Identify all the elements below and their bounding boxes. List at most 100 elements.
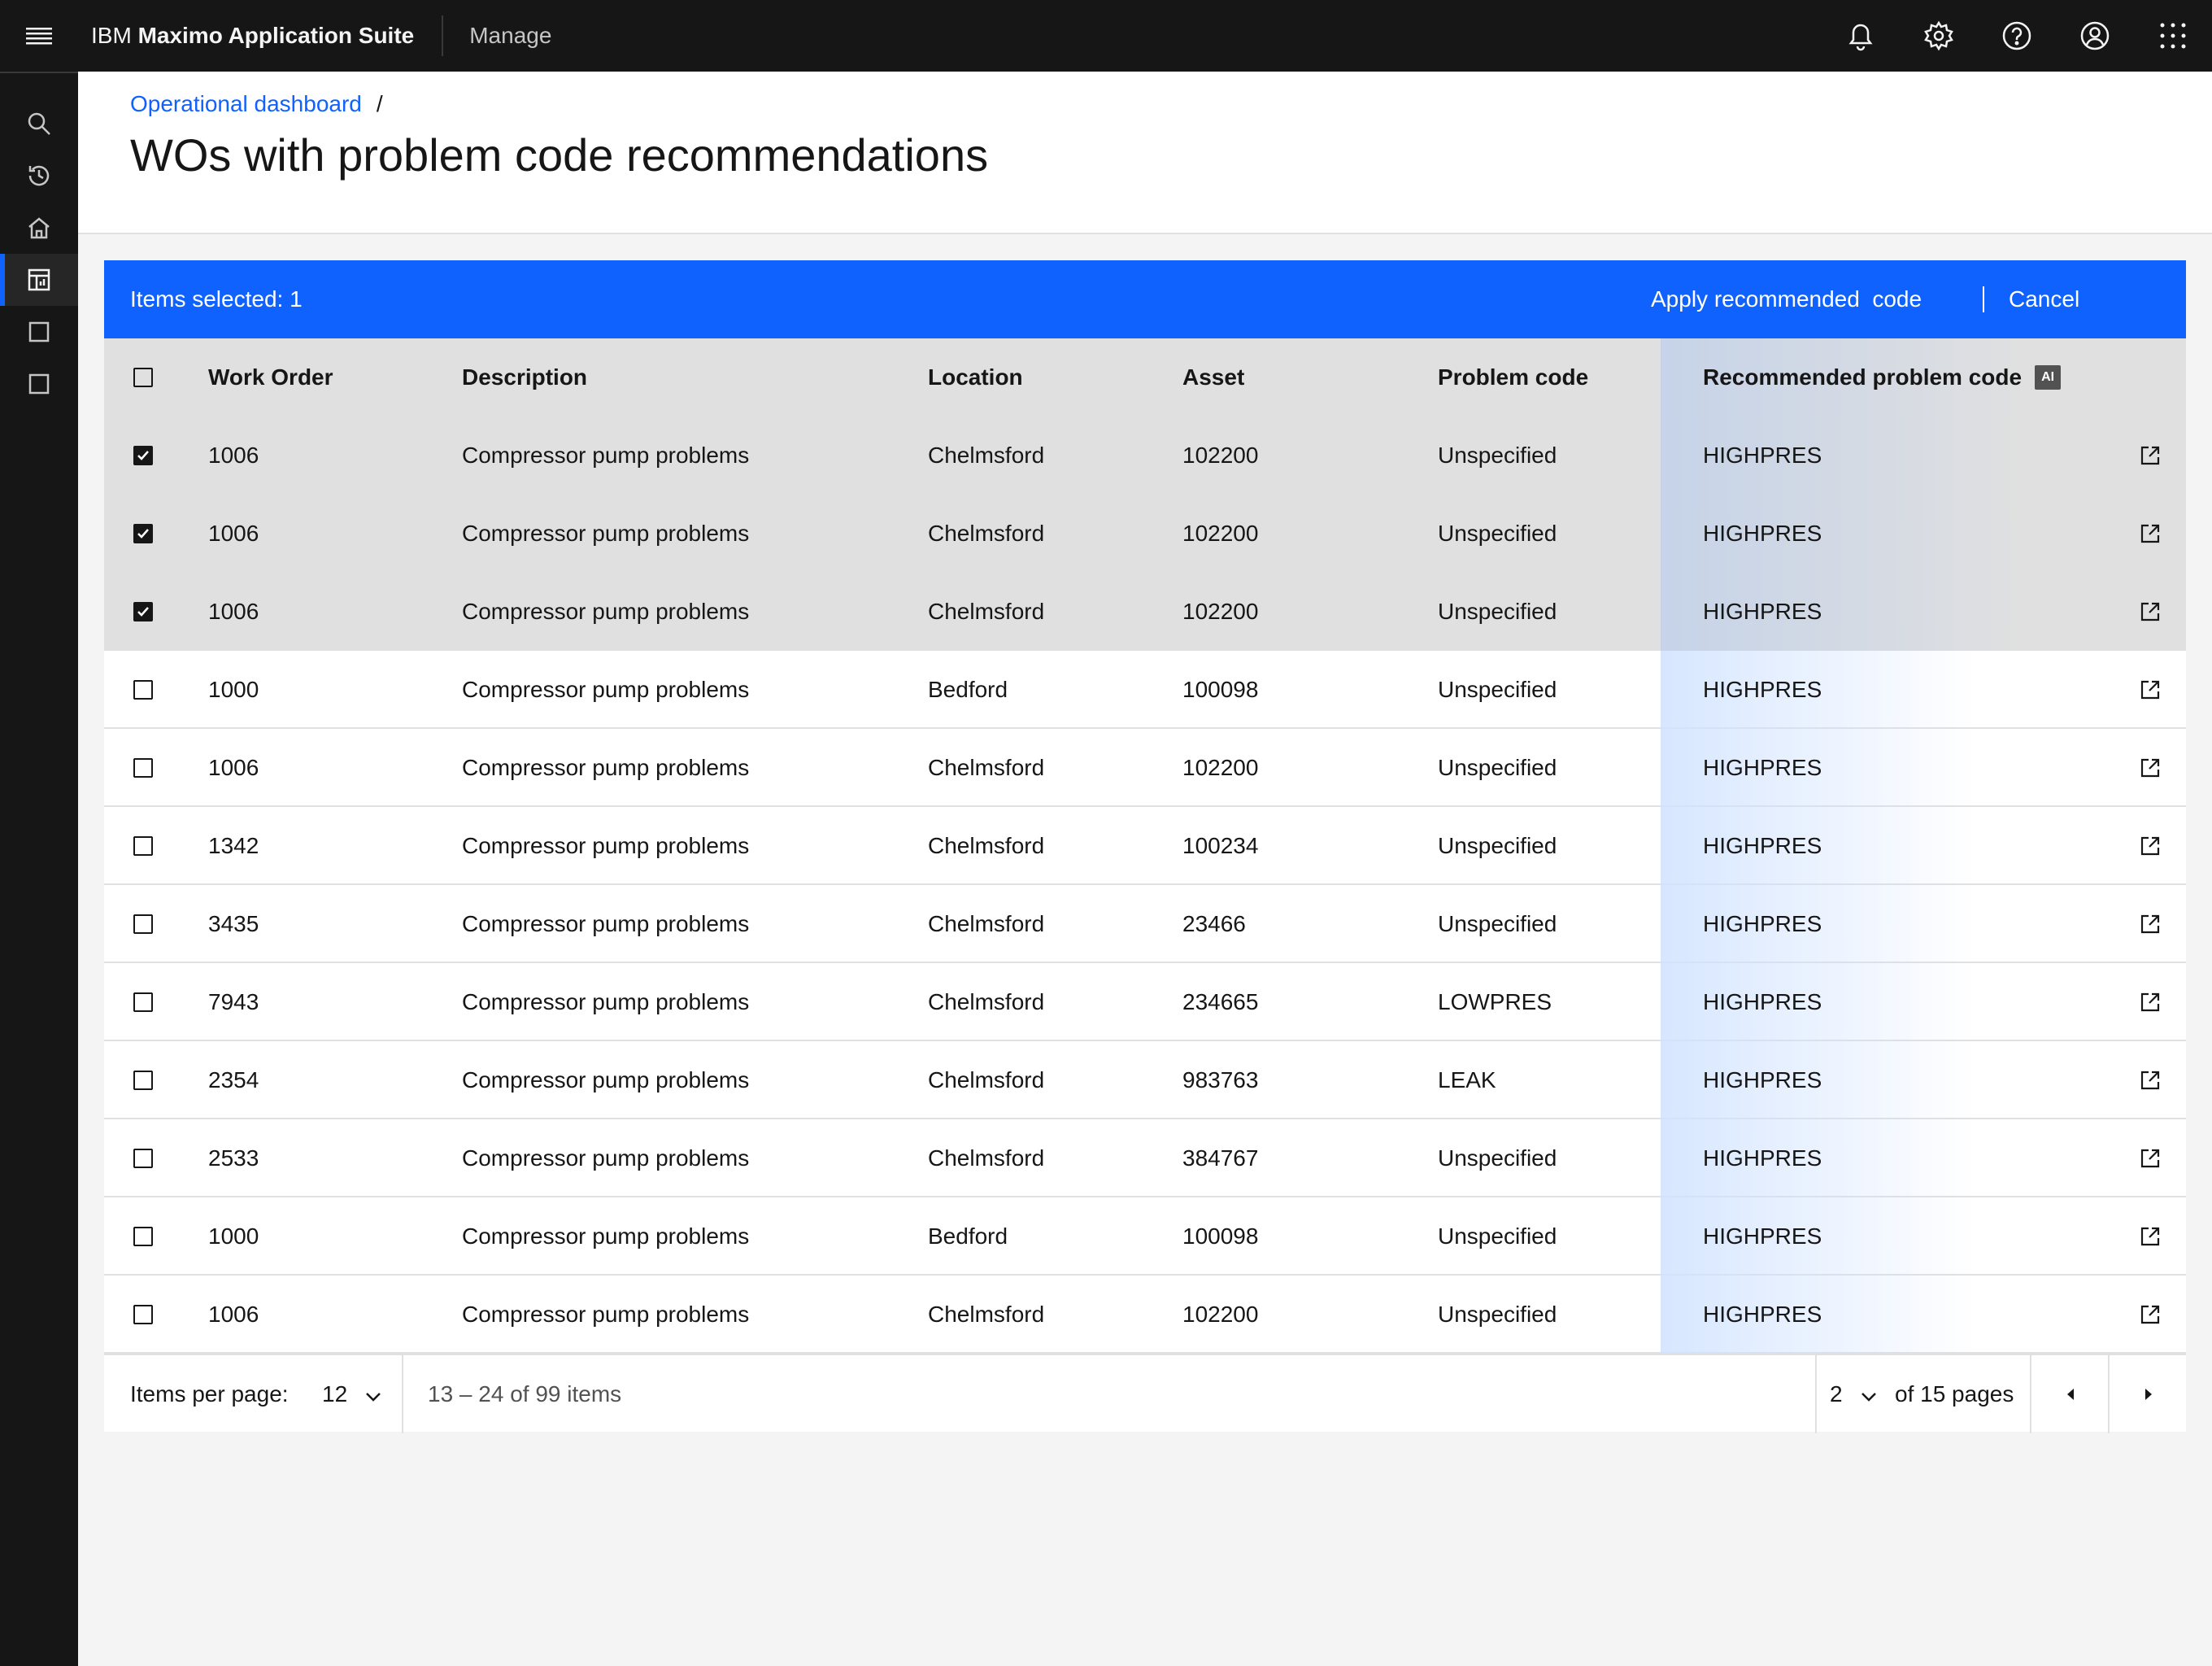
home-icon[interactable] <box>0 202 78 254</box>
search-icon[interactable] <box>0 98 78 150</box>
caret-left-icon <box>2067 1389 2074 1400</box>
items-per-page-select[interactable]: 12 <box>322 1355 381 1433</box>
breadcrumb-link-operational-dashboard[interactable]: Operational dashboard <box>130 91 362 117</box>
pagination-divider <box>1815 1355 1817 1433</box>
help-icon[interactable] <box>1978 0 2056 72</box>
row-checkbox[interactable] <box>133 992 153 1012</box>
table-row[interactable]: 2354 Compressor pump problems Chelmsford 98… <box>104 1041 2186 1119</box>
row-checkbox-cell[interactable] <box>104 729 182 807</box>
user-avatar-icon[interactable] <box>2056 0 2134 72</box>
launch-icon[interactable] <box>2134 1197 2166 1276</box>
cell-asset: 983763 <box>1182 1067 1259 1092</box>
table-row[interactable]: 1006 Compressor pump problems Chelmsford 10… <box>104 729 2186 807</box>
launch-icon[interactable] <box>2134 416 2166 495</box>
launch-icon[interactable] <box>2134 651 2166 729</box>
column-header-asset[interactable]: Asset <box>1182 338 1244 416</box>
row-checkbox[interactable] <box>133 1071 153 1090</box>
table-body: 1006 Compressor pump problems Chelmsford 10… <box>104 416 2186 1354</box>
column-header-description[interactable]: Description <box>462 338 587 416</box>
row-checkbox-cell[interactable] <box>104 1041 182 1119</box>
table-row[interactable]: 1006 Compressor pump problems Chelmsford 10… <box>104 416 2186 495</box>
cell-recommended-problem-code: HIGHPRES <box>1703 677 1822 702</box>
column-header-work-order[interactable]: Work Order <box>208 338 333 416</box>
bell-icon[interactable] <box>1822 0 1900 72</box>
table-row[interactable]: 3435 Compressor pump problems Chelmsford 23… <box>104 885 2186 963</box>
row-checkbox-cell[interactable] <box>104 1276 182 1354</box>
row-checkbox[interactable] <box>133 1305 153 1324</box>
hamburger-menu-icon[interactable] <box>0 0 78 72</box>
previous-page-button[interactable] <box>2031 1355 2110 1433</box>
row-checkbox[interactable] <box>133 758 153 778</box>
launch-icon[interactable] <box>2134 573 2166 651</box>
row-checkbox[interactable] <box>133 1227 153 1246</box>
table-row[interactable]: 1006 Compressor pump problems Chelmsford 10… <box>104 573 2186 651</box>
select-all-checkbox-cell[interactable] <box>104 338 182 416</box>
square-icon[interactable] <box>0 358 78 410</box>
data-table: Items selected: 1 Apply recommended code… <box>104 260 2188 1433</box>
cell-work-order: 2354 <box>208 1067 259 1092</box>
row-checkbox[interactable] <box>133 680 153 700</box>
cell-location: Chelmsford <box>928 989 1045 1014</box>
gear-icon[interactable] <box>1900 0 1978 72</box>
row-checkbox[interactable] <box>133 836 153 856</box>
cell-work-order: 1000 <box>208 1223 259 1249</box>
page-select[interactable]: 2 <box>1830 1355 1877 1433</box>
product-name[interactable]: IBM Maximo Application Suite <box>78 23 414 49</box>
cell-description: Compressor pump problems <box>462 521 750 546</box>
launch-icon[interactable] <box>2134 1276 2166 1354</box>
row-checkbox-cell[interactable] <box>104 495 182 573</box>
row-checkbox-cell[interactable] <box>104 1197 182 1276</box>
row-checkbox[interactable] <box>133 524 153 543</box>
cell-problem-code: Unspecified <box>1438 833 1557 858</box>
column-header-recommended-problem-code[interactable]: Recommended problem code AI <box>1661 338 2186 416</box>
total-pages-text: of 15 pages <box>1895 1381 2014 1407</box>
cell-asset: 102200 <box>1182 599 1259 624</box>
row-checkbox-cell[interactable] <box>104 963 182 1041</box>
page-header: Operational dashboard / WOs with problem… <box>78 72 2212 234</box>
history-icon[interactable] <box>0 150 78 202</box>
cell-location: Chelmsford <box>928 755 1045 780</box>
cell-description: Compressor pump problems <box>462 599 750 624</box>
row-checkbox-cell[interactable] <box>104 416 182 495</box>
select-all-checkbox[interactable] <box>133 368 153 387</box>
column-header-location[interactable]: Location <box>928 338 1023 416</box>
cell-problem-code: Unspecified <box>1438 755 1557 780</box>
row-checkbox-cell[interactable] <box>104 1119 182 1197</box>
app-switcher-icon[interactable] <box>2134 0 2212 72</box>
row-checkbox-cell[interactable] <box>104 807 182 885</box>
row-checkbox[interactable] <box>133 1149 153 1168</box>
row-checkbox-cell[interactable] <box>104 573 182 651</box>
column-header-problem-code[interactable]: Problem code <box>1438 338 1588 416</box>
launch-icon[interactable] <box>2134 963 2166 1041</box>
table-row[interactable]: 1006 Compressor pump problems Chelmsford 10… <box>104 1276 2186 1354</box>
row-checkbox[interactable] <box>133 602 153 621</box>
launch-icon[interactable] <box>2134 1041 2166 1119</box>
row-checkbox-cell[interactable] <box>104 651 182 729</box>
launch-icon[interactable] <box>2134 495 2166 573</box>
cell-description: Compressor pump problems <box>462 755 750 780</box>
apply-recommended-code-button[interactable]: Apply recommended code <box>1651 286 1922 312</box>
dashboard-icon[interactable] <box>0 254 78 306</box>
table-row[interactable]: 1000 Compressor pump problems Bedford 10009… <box>104 651 2186 729</box>
row-checkbox-cell[interactable] <box>104 885 182 963</box>
table-row[interactable]: 1342 Compressor pump problems Chelmsford 10… <box>104 807 2186 885</box>
square-icon[interactable] <box>0 306 78 358</box>
launch-icon[interactable] <box>2134 885 2166 963</box>
table-row[interactable]: 1006 Compressor pump problems Chelmsford 10… <box>104 495 2186 573</box>
cell-asset: 384767 <box>1182 1145 1259 1171</box>
cell-recommended-problem-code: HIGHPRES <box>1703 833 1822 858</box>
cell-problem-code: LEAK <box>1438 1067 1496 1092</box>
table-row[interactable]: 1000 Compressor pump problems Bedford 10009… <box>104 1197 2186 1276</box>
table-row[interactable]: 2533 Compressor pump problems Chelmsford 38… <box>104 1119 2186 1197</box>
cancel-button[interactable]: Cancel <box>2009 286 2079 312</box>
cell-work-order: 1006 <box>208 1302 259 1327</box>
launch-icon[interactable] <box>2134 807 2166 885</box>
launch-icon[interactable] <box>2134 1119 2166 1197</box>
next-page-button[interactable] <box>2110 1355 2188 1433</box>
cell-location: Chelmsford <box>928 1302 1045 1327</box>
app-name[interactable]: Manage <box>469 23 551 49</box>
row-checkbox[interactable] <box>133 446 153 465</box>
row-checkbox[interactable] <box>133 914 153 934</box>
launch-icon[interactable] <box>2134 729 2166 807</box>
table-row[interactable]: 7943 Compressor pump problems Chelmsford 23… <box>104 963 2186 1041</box>
